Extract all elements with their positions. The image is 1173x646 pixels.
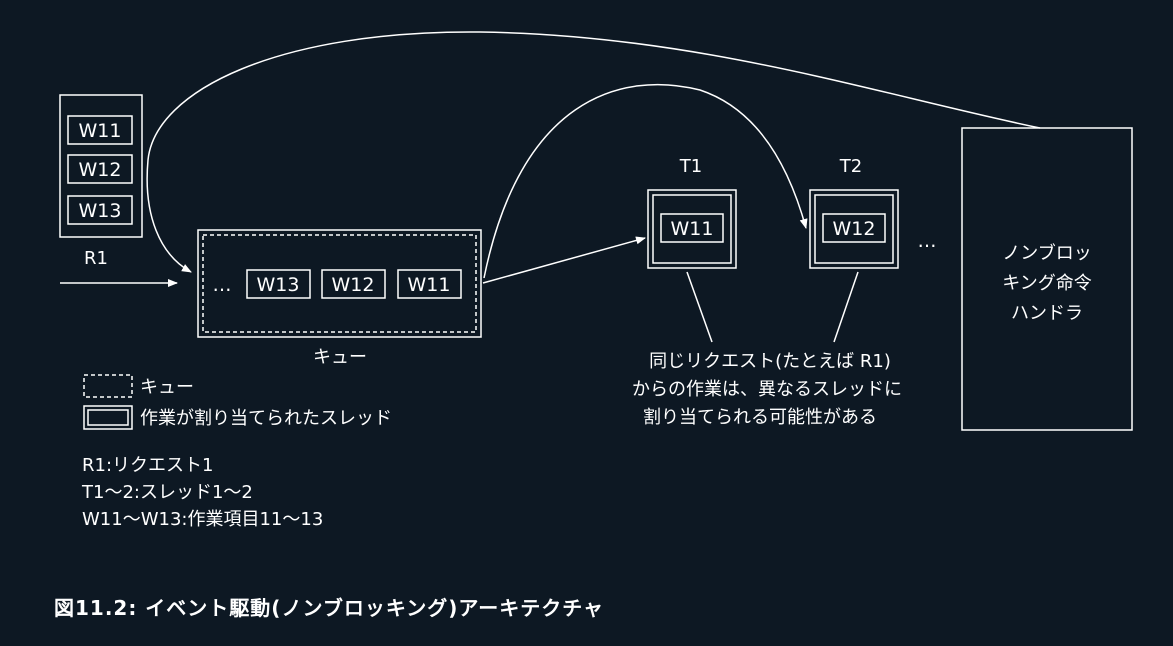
request-label: R1 xyxy=(84,248,108,269)
annotation-pointer xyxy=(686,271,713,343)
request-item-w12: W12 xyxy=(79,159,122,181)
handler-line: ノンブロッ xyxy=(1002,242,1091,264)
handler-line: キング命令 xyxy=(1002,273,1091,294)
queue-to-t2-arrow xyxy=(483,83,808,279)
handler-line: ハンドラ xyxy=(1011,303,1083,324)
request-item-w11: W11 xyxy=(79,120,122,142)
thread-item-w11: W11 xyxy=(671,218,714,240)
thread-label-t1: T1 xyxy=(679,156,702,177)
legend-note: T1〜2:スレッド1〜2 xyxy=(81,482,253,503)
figure-caption: 図11.2: イベント駆動(ノンブロッキング)アーキテクチャ xyxy=(54,596,604,620)
queue-to-t1-arrow xyxy=(482,236,646,284)
architecture-diagram: W11 W12 W13 R1 … W13 W12 W11 キュー T1 W11 … xyxy=(59,31,1133,530)
queue-item-w11: W11 xyxy=(408,274,451,296)
annotation-line: 割り当てられる可能性がある xyxy=(643,407,877,428)
thread-item-w12: W12 xyxy=(833,218,876,240)
legend-thread-label: 作業が割り当てられたスレッド xyxy=(140,408,392,429)
legend-note: W11〜W13:作業項目11〜13 xyxy=(82,509,323,530)
threads-ellipsis: … xyxy=(918,230,937,252)
queue-item-w12: W12 xyxy=(332,274,375,296)
legend-thread-symbol-inner xyxy=(87,409,129,426)
annotation-line: からの作業は、異なるスレッドに xyxy=(632,379,902,400)
legend-queue-label: キュー xyxy=(140,377,194,398)
request-item-w13: W13 xyxy=(79,200,122,222)
legend-queue-symbol xyxy=(83,374,133,398)
queue-item-w13: W13 xyxy=(257,274,300,296)
annotation-pointer xyxy=(833,271,859,343)
legend-note: R1:リクエスト1 xyxy=(82,455,213,476)
handler-to-queue-arrow xyxy=(146,31,1041,273)
annotation-line: 同じリクエスト(たとえば R1) xyxy=(649,351,891,372)
queue-label: キュー xyxy=(313,347,367,368)
queue-ellipsis: … xyxy=(213,274,232,296)
thread-label-t2: T2 xyxy=(839,156,862,177)
